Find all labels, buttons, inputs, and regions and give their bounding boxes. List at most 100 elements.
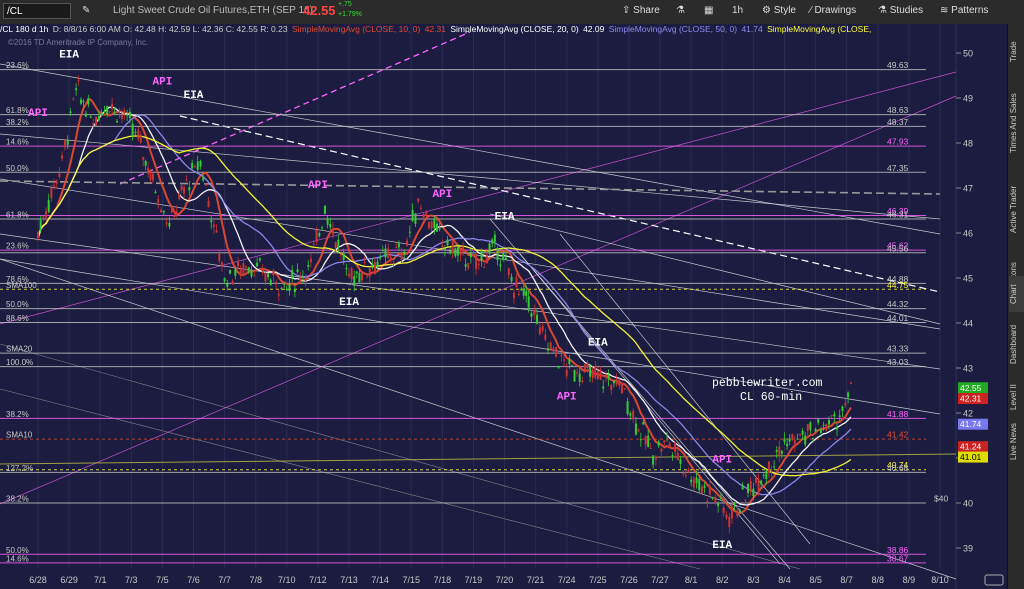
candle-body (323, 205, 326, 214)
level-label: 44.01 (887, 313, 909, 323)
candle-body (258, 258, 261, 261)
event-annotation: EIA (339, 297, 359, 309)
tab-level-ii[interactable]: Level II (1009, 380, 1024, 414)
x-tick-label: 7/5 (156, 575, 169, 585)
candle-body (833, 413, 836, 417)
x-tick-label: 8/5 (809, 575, 822, 585)
candle-body (326, 218, 329, 225)
sma10-label[interactable]: SimpleMovingAvg (CLOSE, 10, 0) (292, 24, 420, 34)
x-tick-label: 8/1 (685, 575, 698, 585)
candle-body (151, 173, 154, 181)
fib-label: 61.8% (6, 106, 29, 115)
candle-body (291, 269, 294, 278)
level-label: 41.42 (887, 430, 909, 440)
price-badge-label: 42.31 (960, 394, 982, 404)
candle-body (819, 428, 822, 433)
candle-body (733, 505, 736, 507)
candle-body (512, 292, 515, 299)
candle-body (309, 258, 312, 263)
sma100-label[interactable]: SimpleMovingAvg (CLOSE, (767, 24, 871, 34)
candle-body (58, 173, 61, 178)
candle-body (459, 250, 462, 256)
candle-body (403, 251, 406, 254)
share-button[interactable]: ⇪ Share (622, 5, 660, 16)
tab-chart[interactable]: Chart (1009, 276, 1024, 312)
candle-body (604, 374, 607, 377)
candle-body (199, 160, 202, 167)
flask-icon[interactable]: ✎ (82, 5, 90, 16)
drawings-button[interactable]: ∕ Drawings (810, 5, 856, 16)
candle-body (422, 214, 425, 218)
y-tick-label: 44 (963, 319, 973, 329)
tab-trade[interactable]: Trade (1009, 32, 1024, 72)
candle-body (602, 386, 605, 389)
level-label: 49.63 (887, 60, 909, 70)
level-label: $40 (934, 494, 948, 504)
candle-body (100, 112, 103, 116)
candle-body (368, 268, 371, 277)
fib-label: SMA20 (6, 345, 33, 354)
candle-body (632, 410, 635, 419)
candle-body (469, 252, 472, 258)
fib-label: 50.0% (6, 164, 29, 173)
candle-body (560, 355, 563, 357)
candle-body (749, 481, 752, 492)
sma50-label[interactable]: SimpleMovingAvg (CLOSE, 50, 0) (609, 24, 737, 34)
candle-body (345, 267, 348, 270)
patterns-button[interactable]: ≋ Patterns (940, 5, 988, 16)
top-toolbar: /CL ✎ Light Sweet Crude Oil Futures,ETH … (0, 0, 1024, 25)
style-button[interactable]: ⚙ Style (762, 5, 796, 16)
tab-times-and-sales[interactable]: Times And Sales (1009, 82, 1024, 164)
candle-body (446, 239, 449, 246)
candle-body (373, 262, 376, 275)
price-badge-label: 41.74 (960, 419, 982, 429)
flask-button[interactable]: ⚗ (676, 5, 685, 16)
candle-body (84, 113, 87, 117)
candle-body (775, 450, 778, 452)
price-badge-label: 42.55 (960, 383, 982, 393)
tab-dashboard[interactable]: Dashboard (1009, 316, 1024, 372)
sma20-label[interactable]: SimpleMovingAvg (CLOSE, 20, 0) (450, 24, 578, 34)
fib-label: 88.6% (6, 314, 29, 323)
price-chart[interactable]: 49.6348.6348.3747.9347.3546.3946.3145.62… (0, 24, 1007, 589)
candle-body (517, 293, 520, 295)
candle-body (510, 276, 513, 282)
x-tick-label: 7/15 (402, 575, 420, 585)
x-tick-label: 7/10 (278, 575, 296, 585)
candle-body (256, 262, 259, 267)
timeframe-button[interactable]: 1h (732, 5, 743, 16)
candle-body (462, 246, 465, 253)
candle-body (647, 435, 650, 448)
fib-label: 100.0% (6, 358, 33, 367)
candle-body (583, 364, 586, 371)
grid-button[interactable]: ▦ (704, 5, 713, 16)
candle-body (700, 486, 703, 494)
level-label: 38.67 (887, 553, 909, 563)
candle-body (191, 162, 194, 169)
candle-body (366, 275, 369, 277)
candle-body (639, 439, 642, 441)
tab-live-news[interactable]: Live News (1009, 419, 1024, 465)
candle-body (202, 176, 205, 181)
candle-body (541, 326, 544, 331)
candle-body (525, 290, 528, 296)
tab-active-trader[interactable]: Active Trader (1009, 174, 1024, 244)
x-tick-label: 7/21 (527, 575, 545, 585)
candle-body (376, 261, 379, 268)
x-tick-label: 7/20 (496, 575, 514, 585)
studies-icon: ⚗ (878, 5, 890, 16)
candle-body (272, 270, 275, 276)
x-tick-label: 8/10 (931, 575, 949, 585)
candle-body (228, 270, 231, 274)
studies-button[interactable]: ⚗ Studies (878, 5, 923, 16)
candle-body (75, 88, 78, 91)
candle-body (752, 488, 755, 497)
event-annotation: API (432, 189, 452, 201)
candle-body (563, 359, 566, 361)
candle-body (760, 480, 763, 485)
candle-body (245, 266, 248, 268)
symbol-input[interactable]: /CL (3, 3, 71, 19)
level-label: 48.37 (887, 117, 909, 127)
candle-body (538, 327, 541, 335)
candle-body (502, 252, 505, 260)
